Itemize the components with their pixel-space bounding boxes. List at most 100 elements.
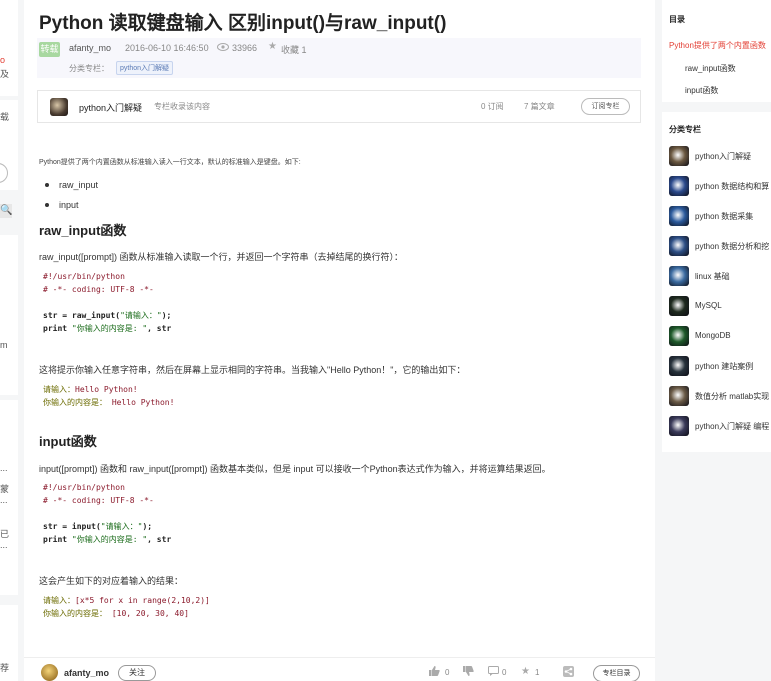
left-card-1: o 及 bbox=[0, 0, 18, 96]
code-line: print "你输入的内容是: ", str bbox=[43, 535, 172, 544]
bottom-author-link[interactable]: afanty_mo bbox=[64, 668, 109, 678]
category-label: python入门解疑 bbox=[695, 152, 752, 161]
column-name[interactable]: python入门解疑 bbox=[79, 101, 142, 114]
category-label: 数值分析 matlab实现 bbox=[695, 392, 770, 401]
code-block: #!/usr/bin/python # -*- coding: UTF-8 -*… bbox=[39, 270, 639, 335]
category-thumbnail bbox=[669, 296, 689, 316]
left-rail-text[interactable]: 蒙 bbox=[0, 482, 9, 495]
code-line: str = raw_input("请输入："); bbox=[43, 311, 172, 320]
output-line: 请输入：[x*5 for x in range(2,10,2)] bbox=[43, 596, 210, 605]
eye-icon bbox=[217, 42, 229, 55]
code-line: #!/usr/bin/python bbox=[43, 272, 125, 281]
function-list: raw_input input bbox=[44, 180, 98, 220]
category-thumbnail bbox=[669, 206, 689, 226]
code-line: # -*- coding: UTF-8 -*- bbox=[43, 496, 154, 505]
output-line: 请输入：Hello Python! bbox=[43, 385, 138, 394]
article-title: Python 读取键盘输入 区别input()与raw_input() bbox=[39, 13, 447, 34]
follow-button[interactable]: 关注 bbox=[118, 665, 156, 681]
left-rail-text: ... bbox=[0, 463, 8, 473]
right-sidebar: 目录 Python提供了两个内置函数 raw_input函数 input函数 分… bbox=[662, 0, 771, 681]
category-thumbnail bbox=[669, 176, 689, 196]
heading-input: input函数 bbox=[39, 434, 97, 449]
intro-paragraph: Python提供了两个内置函数从标准输入读入一行文本，默认的标准输入是键盘。如下… bbox=[39, 159, 301, 166]
star-icon[interactable]: ★ bbox=[268, 41, 277, 52]
category-thumbnail bbox=[669, 266, 689, 286]
left-card-3: m bbox=[0, 235, 18, 395]
thumbs-down-icon[interactable] bbox=[463, 666, 474, 679]
category-label: MongoDB bbox=[695, 331, 731, 340]
output-line: 你输入的内容是： Hello Python! bbox=[43, 398, 175, 407]
paragraph: input([prompt]) 函数和 raw_input([prompt]) … bbox=[39, 464, 551, 474]
list-item: raw_input bbox=[44, 180, 98, 200]
category-thumbnail bbox=[669, 416, 689, 436]
code-line: str = input("请输入："); bbox=[43, 522, 153, 531]
author-link[interactable]: afanty_mo bbox=[69, 43, 111, 53]
category-label: python 数据结构和算 bbox=[695, 182, 770, 191]
category-thumbnail bbox=[669, 386, 689, 406]
left-rail-text[interactable]: 载 bbox=[0, 110, 9, 123]
toc-title: 目录 bbox=[669, 15, 685, 24]
article-meta: 转载 afanty_mo 2016-06-10 16:46:50 33966 ★… bbox=[37, 38, 641, 78]
left-card-4: ... 蒙 ... 已 ... bbox=[0, 400, 18, 595]
publish-date: 2016-06-10 16:46:50 bbox=[125, 43, 209, 53]
left-rail-text: m bbox=[0, 340, 8, 350]
left-rail-text[interactable]: o bbox=[0, 55, 5, 65]
article-toolbar: afanty_mo 关注 0 0 ★ 1 专栏目录 bbox=[24, 657, 655, 681]
code-line: # -*- coding: UTF-8 -*- bbox=[43, 285, 154, 294]
star-icon[interactable]: ★ bbox=[521, 666, 530, 677]
column-card: python入门解疑 专栏收录该内容 0 订阅 7 篇文章 订阅专栏 bbox=[37, 90, 641, 123]
comment-count: 0 bbox=[502, 668, 507, 677]
category-label: python 数据分析和挖 bbox=[695, 242, 770, 251]
left-rail-text[interactable]: 已 bbox=[0, 527, 9, 540]
left-card-2: 载 bbox=[0, 100, 18, 190]
category-label: python 数据采集 bbox=[695, 212, 754, 221]
left-rail-text: ... bbox=[0, 540, 8, 550]
output-block: 请输入：Hello Python! 你输入的内容是： Hello Python! bbox=[39, 383, 639, 409]
article-main: Python 读取键盘输入 区别input()与raw_input() 转载 a… bbox=[24, 0, 655, 681]
left-rail-text: ... bbox=[0, 495, 8, 505]
search-icon[interactable]: 🔍 bbox=[0, 204, 12, 218]
table-of-contents: 目录 Python提供了两个内置函数 raw_input函数 input函数 bbox=[662, 0, 771, 102]
favorite-count: 1 bbox=[535, 668, 540, 677]
output-line: 你输入的内容是： [10, 20, 30, 40] bbox=[43, 609, 189, 618]
paragraph: 这会产生如下的对应着输入的结果： bbox=[39, 576, 184, 586]
column-desc: 专栏收录该内容 bbox=[154, 102, 210, 111]
list-item: input bbox=[44, 200, 98, 220]
category-thumbnail bbox=[669, 236, 689, 256]
comment-icon[interactable] bbox=[488, 666, 499, 679]
toc-item[interactable]: Python提供了两个内置函数 bbox=[669, 40, 766, 51]
paragraph: 这将提示你输入任意字符串，然后在屏幕上显示相同的字符串。当我输入"Hello P… bbox=[39, 365, 466, 375]
toc-item[interactable]: input函数 bbox=[685, 85, 718, 96]
paragraph: raw_input([prompt]) 函数从标准输入读取一个行，并返回一个字符… bbox=[39, 252, 404, 262]
avatar[interactable] bbox=[41, 664, 58, 681]
like-count: 0 bbox=[445, 668, 450, 677]
category-label: MySQL bbox=[695, 301, 722, 310]
category-columns: 分类专栏 python入门解疑 python 数据结构和算 python 数据采集 p… bbox=[662, 112, 771, 452]
thumbs-up-icon[interactable] bbox=[429, 666, 440, 679]
output-block: 请输入：[x*5 for x in range(2,10,2)] 你输入的内容是… bbox=[39, 594, 639, 620]
category-tag[interactable]: python入门解疑 bbox=[116, 61, 174, 75]
left-rail-text[interactable]: 及 bbox=[0, 67, 9, 80]
subscribe-column-button[interactable]: 订阅专栏 bbox=[581, 98, 630, 115]
toc-item[interactable]: raw_input函数 bbox=[685, 63, 736, 74]
column-directory-button[interactable]: 专栏目录 bbox=[593, 665, 640, 681]
column-subscribers: 0 订阅 bbox=[481, 102, 504, 111]
category-thumbnail bbox=[669, 356, 689, 376]
share-icon[interactable] bbox=[563, 666, 574, 680]
category-label: 分类专栏： bbox=[69, 64, 109, 73]
favorite-count[interactable]: 收藏 1 bbox=[281, 43, 307, 56]
category-label: python 建站案例 bbox=[695, 362, 754, 371]
heading-raw-input: raw_input函数 bbox=[39, 223, 127, 238]
category-label: linux 基础 bbox=[695, 272, 730, 281]
category-thumbnail bbox=[669, 146, 689, 166]
category-label: python入门解疑 编程 bbox=[695, 422, 770, 431]
left-sidebar-clipped: o 及 载 🔍 m ... 蒙 ... 已 ... 荐 bbox=[0, 0, 18, 681]
code-line: #!/usr/bin/python bbox=[43, 483, 125, 492]
column-article-count: 7 篇文章 bbox=[524, 102, 555, 111]
left-rail-text[interactable]: 荐 bbox=[0, 661, 9, 674]
left-rail-circle-button[interactable] bbox=[0, 163, 8, 183]
column-avatar[interactable] bbox=[50, 98, 68, 116]
category-title: 分类专栏 bbox=[669, 125, 701, 134]
repost-badge: 转载 bbox=[39, 42, 60, 57]
view-count: 33966 bbox=[232, 43, 258, 53]
